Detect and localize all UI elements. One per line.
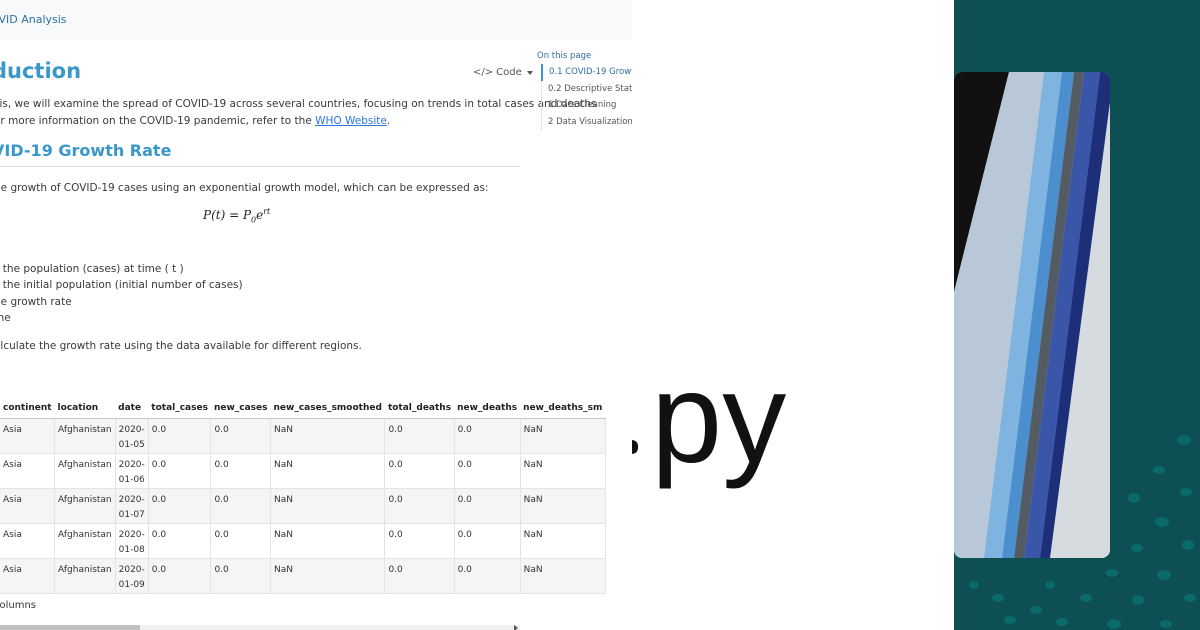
table-cell: 0.0 [148, 418, 212, 454]
intro-paragraph-line2: or more information on the COVID-19 pand… [0, 115, 390, 127]
table-cell: 0.0 [210, 488, 272, 524]
definition-item: me [0, 312, 11, 324]
table-cell: 0.0 [384, 558, 455, 594]
table-cell: NaN [270, 453, 386, 489]
heading-divider [0, 166, 520, 167]
table-cell: 0.0 [454, 523, 521, 559]
table-cell: 0.0 [384, 453, 455, 489]
table-horizontal-scrollbar[interactable] [0, 625, 520, 630]
table-cell: NaN [270, 523, 386, 559]
column-header[interactable]: new_deaths [454, 399, 521, 419]
table-cell: Asia [0, 558, 56, 594]
document-pane: OVID Analysis duction </> Code sis, we w… [0, 0, 632, 630]
table-cell: 0.0 [454, 453, 521, 489]
definition-item: s the initial population (initial number… [0, 279, 243, 291]
intro-paragraph-line1: sis, we will examine the spread of COVID… [0, 98, 597, 110]
table-row: Asia Afghanistan 2020- 01-06 0.0 0.0 NaN 0.0 0.0… [0, 453, 606, 489]
table-cell: NaN [520, 523, 606, 559]
toc-item-data-visualization[interactable]: 2 Data Visualization [542, 114, 632, 131]
table-row: Asia Afghanistan 2020- 01-07 0.0 0.0 NaN 0.0 0.0… [0, 488, 606, 524]
intro-text: or more information on the COVID-19 pand… [0, 115, 316, 127]
table-cell: NaN [520, 488, 606, 524]
definition-item: s the population (cases) at time ( t ) [0, 263, 184, 275]
table-cell: NaN [270, 418, 386, 454]
calc-paragraph: alculate the growth rate using the data … [0, 340, 362, 352]
top-navbar: OVID Analysis [0, 0, 632, 40]
table-cell: NaN [520, 558, 606, 594]
banner-center [632, 0, 954, 630]
toc-item-growth-rate[interactable]: 0.1 COVID-19 Growth [541, 64, 632, 81]
table-cell: Afghanistan [54, 488, 116, 524]
table-cell: Asia [0, 488, 56, 524]
table-cell: 0.0 [148, 523, 212, 559]
column-header[interactable]: new_cases [210, 399, 271, 419]
code-button-label: Code [496, 67, 522, 78]
table-cell: NaN [270, 488, 386, 524]
scrollbar-thumb[interactable] [0, 625, 140, 630]
table-cell: 0.0 [384, 523, 455, 559]
table-cell: Afghanistan [54, 418, 116, 454]
intro-period: . [386, 115, 391, 127]
growth-formula: P(t) = P0ert [203, 207, 270, 224]
page-title: duction [0, 59, 82, 83]
table-cell: 0.0 [148, 488, 212, 524]
code-tools-button[interactable]: </> Code [473, 67, 533, 78]
table-cell: 0.0 [384, 488, 455, 524]
column-header[interactable]: continent [0, 399, 55, 419]
formula-exponent: rt [263, 207, 271, 216]
table-cell: 2020- 01-09 [115, 558, 149, 594]
py-extension-text: py [651, 347, 787, 490]
striped-card-image [954, 72, 1110, 558]
column-header[interactable]: total_cases [148, 399, 211, 419]
toc-heading: On this page [537, 51, 592, 61]
table-cell: 0.0 [210, 418, 272, 454]
table-footer-note: columns [0, 600, 37, 611]
table-cell: NaN [520, 418, 606, 454]
table-cell: 0.0 [454, 558, 521, 594]
table-cell: 0.0 [210, 523, 272, 559]
table-row: Asia Afghanistan 2020- 01-08 0.0 0.0 NaN 0.0 0.0… [0, 523, 606, 559]
table-cell: 0.0 [148, 558, 212, 594]
table-cell: 0.0 [454, 488, 521, 524]
table-cell: 0.0 [148, 453, 212, 489]
table-cell: Afghanistan [54, 453, 116, 489]
table-cell: NaN [270, 558, 386, 594]
table-cell: 2020- 01-05 [115, 418, 149, 454]
table-cell: 2020- 01-06 [115, 453, 149, 489]
table-cell: Asia [0, 418, 56, 454]
column-header[interactable]: new_deaths_sm [520, 399, 606, 419]
code-icon: </> [473, 67, 494, 78]
table-cell: Asia [0, 453, 56, 489]
toc-item-data-cleaning[interactable]: 1 Data Cleaning [542, 97, 632, 114]
table-of-contents: 0.1 COVID-19 Growth 0.2 Descriptive Stat… [541, 64, 632, 130]
data-table: continent location date total_cases new_… [0, 399, 606, 594]
definition-item: he growth rate [0, 296, 72, 308]
column-header[interactable]: location [54, 399, 116, 419]
table-cell: 0.0 [210, 453, 272, 489]
formula-lhs: P(t) = P [203, 208, 252, 222]
table-cell: NaN [520, 453, 606, 489]
table-cell: Asia [0, 523, 56, 559]
toc-item-descriptive-stats[interactable]: 0.2 Descriptive Statis [542, 81, 632, 98]
who-website-link[interactable]: WHO Website [315, 115, 387, 127]
growth-intro-text: he growth of COVID-19 cases using an exp… [0, 182, 489, 194]
table-cell: Afghanistan [54, 558, 116, 594]
table-cell: Afghanistan [54, 523, 116, 559]
table-row: Asia Afghanistan 2020- 01-09 0.0 0.0 NaN 0.0 0.0… [0, 558, 606, 594]
table-row: Asia Afghanistan 2020- 01-05 0.0 0.0 NaN 0.0 0.0… [0, 418, 606, 454]
table-cell: 0.0 [454, 418, 521, 454]
section-heading-growth-rate: VID-19 Growth Rate [0, 141, 172, 160]
table-header-row: continent location date total_cases new_… [0, 399, 606, 419]
column-header[interactable]: date [115, 399, 149, 419]
column-header[interactable]: total_deaths [384, 399, 455, 419]
chevron-down-icon [526, 70, 533, 75]
column-header[interactable]: new_cases_smoothed [270, 399, 385, 419]
table-cell: 2020- 01-08 [115, 523, 149, 559]
table-cell: 0.0 [384, 418, 455, 454]
site-title-link[interactable]: OVID Analysis [0, 13, 67, 26]
scroll-right-arrow-icon[interactable] [514, 625, 518, 630]
table-cell: 0.0 [210, 558, 272, 594]
table-cell: 2020- 01-07 [115, 488, 149, 524]
